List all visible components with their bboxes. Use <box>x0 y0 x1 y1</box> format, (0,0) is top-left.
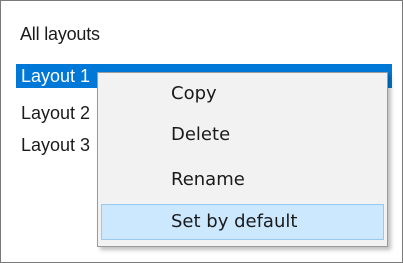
context-menu: Copy Delete Rename Set by default <box>97 72 388 247</box>
menu-item-rename[interactable]: Rename <box>101 162 384 198</box>
menu-item-delete[interactable]: Delete <box>101 117 384 153</box>
menu-item-set-by-default[interactable]: Set by default <box>101 204 384 240</box>
menu-item-copy[interactable]: Copy <box>101 76 384 112</box>
all-layouts-label: All layouts <box>20 24 100 44</box>
